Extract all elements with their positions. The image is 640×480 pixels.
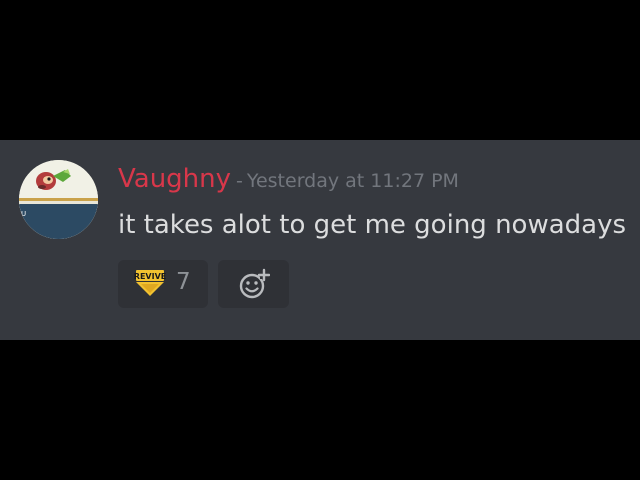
header-separator: -: [236, 170, 243, 192]
avatar-image: U: [19, 160, 98, 239]
revive-emoji-icon: REVIVE: [134, 270, 166, 296]
timestamp[interactable]: Yesterday at 11:27 PM: [247, 170, 459, 192]
add-reaction-button[interactable]: [218, 260, 289, 308]
message-header: Vaughny - Yesterday at 11:27 PM: [118, 164, 459, 200]
message-content: it takes alot to get me going nowadays: [118, 210, 627, 240]
author-name[interactable]: Vaughny: [118, 164, 231, 194]
chat-message: U Vaughny - Yesterday at 11:27 PM it takes…: [0, 140, 640, 340]
svg-text:U: U: [21, 210, 26, 218]
reaction-count: 7: [176, 269, 191, 295]
add-reaction-icon: [239, 268, 270, 299]
avatar[interactable]: U: [19, 160, 98, 239]
revive-emoji-text: REVIVE: [134, 272, 166, 281]
reaction-revive[interactable]: REVIVE 7: [118, 260, 208, 308]
